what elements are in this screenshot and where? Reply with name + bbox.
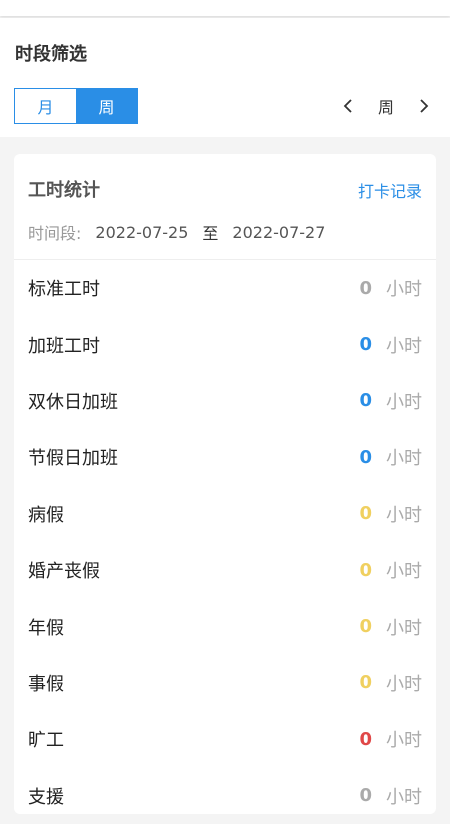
item-value: 0 [359,728,372,750]
item-name: 节假日加班 [28,448,118,470]
item-value: 0 [359,616,372,638]
list-item: 事假 0 小时 [14,655,436,711]
item-value: 0 [359,334,372,356]
segment-month-button[interactable]: 月 [15,89,76,123]
top-bar [0,0,450,16]
to-separator: 至 [202,224,219,243]
list-item: 病假 0 小时 [14,486,436,542]
item-name: 加班工时 [28,335,100,357]
period-segmented-control: 月 周 [14,88,138,124]
item-name: 标准工时 [28,279,100,301]
chevron-left-icon[interactable] [336,94,360,118]
item-unit: 小时 [386,279,422,301]
item-name: 婚产丧假 [28,561,100,583]
card-title: 工时统计 [28,180,100,201]
list-item: 加班工时 0 小时 [14,316,436,372]
item-name: 旷工 [28,730,64,752]
item-value: 0 [359,390,372,412]
pager-label: 周 [377,98,394,117]
item-unit: 小时 [386,730,422,752]
item-unit: 小时 [386,448,422,470]
item-unit: 小时 [386,673,422,695]
chevron-right-icon[interactable] [412,94,436,118]
list-item: 年假 0 小时 [14,598,436,654]
list-item: 支援 0 小时 [14,768,436,824]
item-name: 双休日加班 [28,391,118,413]
item-value: 0 [359,503,372,525]
item-value: 0 [359,785,372,807]
item-unit: 小时 [386,786,422,808]
list-item: 旷工 0 小时 [14,711,436,767]
item-name: 病假 [28,504,64,526]
item-unit: 小时 [386,335,422,357]
end-date: 2022-07-27 [232,222,326,242]
item-value: 0 [359,277,372,299]
list-item: 婚产丧假 0 小时 [14,542,436,598]
clock-in-records-link[interactable]: 打卡记录 [358,178,422,202]
item-unit: 小时 [386,617,422,639]
item-value: 0 [359,446,372,468]
list-item: 双休日加班 0 小时 [14,373,436,429]
item-unit: 小时 [386,504,422,526]
item-value: 0 [359,672,372,694]
item-unit: 小时 [386,391,422,413]
list-item: 节假日加班 0 小时 [14,429,436,485]
hours-list: 标准工时 0 小时 加班工时 0 小时 双休日加班 0 小时 节假日加班 0 小时 病假 0 小时 婚产丧假 0… [14,260,436,824]
list-item: 标准工时 0 小时 [14,260,436,316]
period-label: 时间段: [28,224,82,243]
item-unit: 小时 [386,561,422,583]
period-range: 时间段: 2022-07-25 至 2022-07-27 [28,220,325,244]
period-filter-panel: 时段筛选 月 周 周 [0,18,450,137]
work-hours-card: 工时统计 打卡记录 时间段: 2022-07-25 至 2022-07-27 标… [14,154,436,814]
period-pager: 周 [336,94,436,118]
item-value: 0 [359,559,372,581]
filter-title: 时段筛选 [15,44,87,65]
item-name: 年假 [28,617,64,639]
item-name: 支援 [28,786,64,808]
segment-week-button[interactable]: 周 [76,89,137,123]
item-name: 事假 [28,673,64,695]
start-date: 2022-07-25 [95,222,189,242]
